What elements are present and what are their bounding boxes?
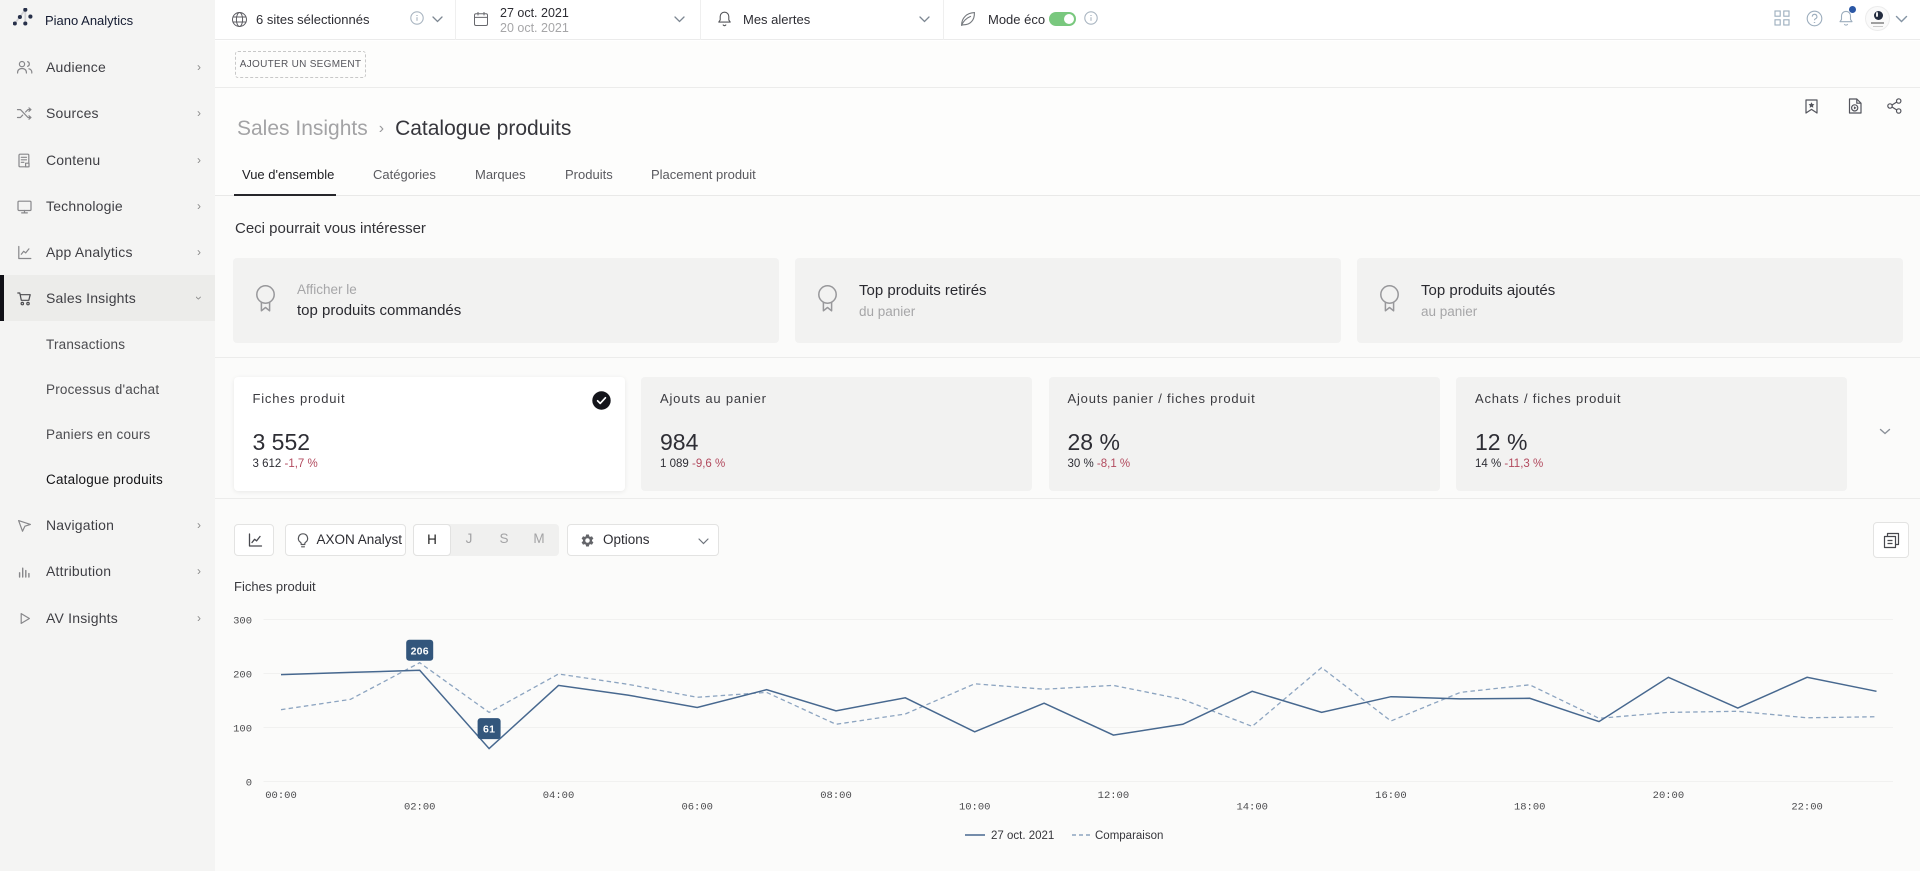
svg-text:06:00: 06:00 xyxy=(681,802,713,814)
svg-text:08:00: 08:00 xyxy=(820,790,852,802)
svg-text:18:00: 18:00 xyxy=(1514,802,1546,814)
svg-text:04:00: 04:00 xyxy=(543,790,575,802)
svg-text:14:00: 14:00 xyxy=(1236,802,1268,814)
svg-text:00:00: 00:00 xyxy=(265,790,297,802)
svg-text:10:00: 10:00 xyxy=(959,802,991,814)
svg-text:16:00: 16:00 xyxy=(1375,790,1407,802)
svg-text:300: 300 xyxy=(233,616,252,628)
svg-text:0: 0 xyxy=(246,778,252,790)
svg-text:Comparaison: Comparaison xyxy=(1095,830,1163,842)
svg-text:61: 61 xyxy=(483,724,495,736)
svg-text:22:00: 22:00 xyxy=(1791,802,1823,814)
svg-text:20:00: 20:00 xyxy=(1653,790,1685,802)
svg-text:100: 100 xyxy=(233,724,252,736)
svg-text:200: 200 xyxy=(233,670,252,682)
svg-text:12:00: 12:00 xyxy=(1098,790,1130,802)
svg-text:27 oct. 2021: 27 oct. 2021 xyxy=(991,830,1054,842)
svg-text:02:00: 02:00 xyxy=(404,802,436,814)
svg-text:206: 206 xyxy=(411,645,429,657)
